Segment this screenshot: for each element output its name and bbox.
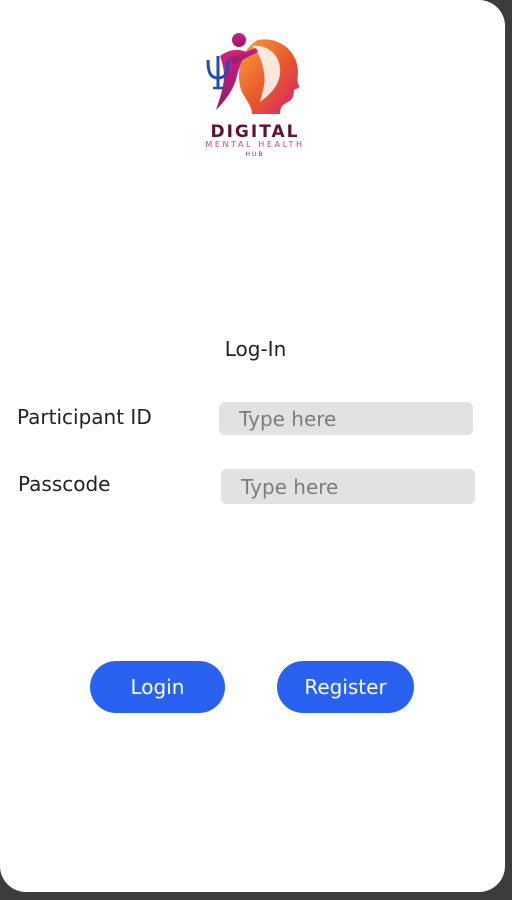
head-profile-icon [206,33,300,114]
participant-id-label: Participant ID [17,405,152,429]
passcode-input[interactable] [221,469,475,504]
login-title: Log-In [224,337,287,361]
register-button[interactable]: Register [277,661,414,713]
app-logo: DIGITAL MENTAL HEALTH HUB [180,26,330,166]
logo-text-secondary: MENTAL HEALTH [205,140,305,149]
logo-text-primary: DIGITAL [210,122,300,142]
passcode-label: Passcode [18,472,111,496]
login-button[interactable]: Login [90,661,225,713]
login-card: DIGITAL MENTAL HEALTH HUB Log-In Partici… [0,0,505,892]
logo-text-tertiary: HUB [245,151,265,158]
participant-id-input[interactable] [219,402,473,435]
window-frame: DIGITAL MENTAL HEALTH HUB Log-In Partici… [0,0,512,900]
